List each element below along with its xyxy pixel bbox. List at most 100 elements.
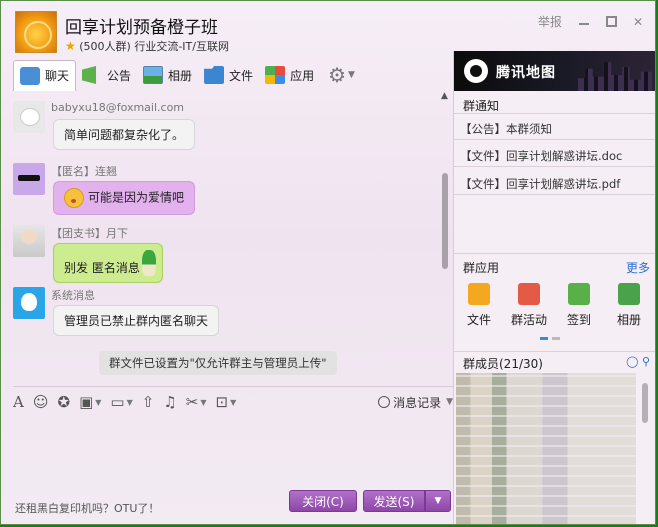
app-label: 签到 (566, 313, 591, 327)
group-name[interactable]: 回享计划预备橙子班 (65, 13, 218, 38)
chevron-up-icon[interactable]: ▲ (441, 91, 448, 101)
clock-icon (378, 396, 391, 408)
maximize-icon[interactable] (605, 16, 617, 27)
report-button[interactable]: 举报 (538, 13, 562, 30)
title-bar: 回享计划预备橙子班 ★ (500人群) 行业交流-IT/互联网 举报 ✕ (1, 1, 655, 57)
image-icon[interactable]: ▭ ▼ (110, 393, 132, 411)
emoji-icon[interactable]: ☺ (33, 393, 49, 411)
app-checkin[interactable]: 签到 (556, 283, 602, 328)
send-button[interactable]: 发送(S) (363, 490, 425, 512)
tab-label: 应用 (290, 68, 315, 83)
avatar[interactable] (13, 225, 45, 257)
history-label: 消息记录 (393, 395, 442, 410)
tab-files[interactable]: 文件 (198, 60, 259, 90)
message-bubble: 简单问题都复杂化了。 (53, 119, 196, 150)
tab-apps[interactable]: 应用 (259, 60, 320, 90)
page-indicator[interactable] (552, 337, 560, 340)
folder-icon (204, 66, 225, 84)
send-options-button[interactable]: ▼ (425, 490, 451, 512)
message-bubble: 别发 匿名消息 (53, 243, 163, 283)
scroll-thumb[interactable] (642, 383, 648, 423)
tab-album[interactable]: 相册 (137, 60, 198, 90)
members-title: 群成员(21/30) (463, 357, 543, 371)
input-toolbar: A ☺ ✪ ▣ ▼ ▭ ▼ ⇧ ♫ ✂ ▼ ⊡ ▼ 消息记录 ▼ (13, 386, 453, 415)
chat-bubble-icon[interactable]: ◯ (626, 355, 638, 368)
app-label: 相册 (616, 313, 641, 327)
divider (454, 166, 655, 167)
message-text: 别发 匿名消息 (64, 261, 140, 275)
message-history-button[interactable]: 消息记录 ▼ (378, 394, 453, 411)
search-icon[interactable]: ⚲ (642, 355, 650, 368)
divider (454, 113, 655, 114)
message-input[interactable] (13, 413, 451, 489)
skyline-decoration (578, 62, 652, 91)
more-apps-link[interactable]: 更多 (626, 259, 650, 276)
notice-item[interactable]: 【文件】回享计划解惑讲坛.doc (460, 148, 622, 164)
music-icon[interactable]: ♫ (163, 393, 176, 411)
notice-item[interactable]: 【公告】本群须知 (460, 121, 552, 137)
tab-label: 聊天 (45, 69, 70, 83)
checkmark-icon (568, 283, 590, 305)
sender-name[interactable]: 【匿名】连翘 (51, 163, 117, 179)
system-notice: 群文件已设置为"仅允许群主与管理员上传" (99, 351, 337, 375)
app-activity[interactable]: 群活动 (506, 283, 552, 328)
message-bubble: 可能是因为爱情吧 (53, 181, 196, 215)
upload-icon[interactable]: ⇧ (142, 393, 155, 411)
chat-icon (20, 66, 40, 85)
notice-item[interactable]: 【文件】回享计划解惑讲坛.pdf (460, 176, 620, 192)
album-icon (618, 283, 640, 305)
map-banner-text: 腾讯地图 (496, 65, 556, 81)
chevron-down-icon[interactable]: ▼ (348, 70, 355, 80)
screenshot-scissors-icon[interactable]: ✂ ▼ (186, 393, 207, 411)
sender-name: 系统消息 (51, 289, 95, 302)
close-icon[interactable]: ✕ (633, 16, 643, 28)
leek-sticker-icon (141, 250, 156, 276)
minimize-icon[interactable] (578, 16, 590, 28)
page-indicator-active[interactable] (540, 337, 548, 340)
apps-icon (265, 66, 286, 84)
tencent-map-logo-icon (464, 59, 488, 83)
avatar[interactable] (13, 163, 45, 195)
app-album[interactable]: 相册 (606, 283, 652, 328)
message-bubble: 管理员已禁止群内匿名聊天 (53, 305, 220, 336)
app-label: 群活动 (510, 313, 547, 327)
group-subtitle: ★ (500人群) 行业交流-IT/互联网 (65, 38, 229, 54)
tab-label: 文件 (229, 68, 254, 83)
close-button[interactable]: 关闭(C) (289, 490, 357, 512)
sender-name[interactable]: 【团支书】月下 (51, 225, 128, 241)
more-tools-icon[interactable]: ⊡ ▼ (216, 393, 237, 411)
members-actions: ◯ ⚲ (626, 355, 650, 368)
font-icon[interactable]: A (13, 393, 24, 411)
tab-bar: 聊天 公告 相册 文件 应用 ⚙ ▼ (13, 59, 355, 91)
apps-title: 群应用 (463, 261, 500, 275)
tab-label: 相册 (168, 68, 193, 83)
chat-scrollbar[interactable]: ▲ (441, 91, 449, 381)
members-scrollbar[interactable] (640, 375, 650, 524)
right-panel: 腾讯地图 群通知 【公告】本群须知 【文件】回享计划解惑讲坛.doc 【文件】回… (453, 51, 655, 524)
group-avatar[interactable] (15, 11, 57, 53)
folder-icon (468, 283, 490, 305)
tab-notice[interactable]: 公告 (76, 60, 137, 90)
scroll-thumb[interactable] (442, 173, 448, 269)
avatar[interactable] (13, 101, 45, 133)
app-files[interactable]: 文件 (456, 283, 502, 328)
star-icon: ★ (65, 39, 76, 53)
app-label: 文件 (466, 313, 491, 327)
album-icon (143, 66, 164, 84)
sender-name[interactable]: babyxu18@foxmail.com (51, 101, 184, 114)
gear-icon[interactable]: ⚙ (328, 63, 346, 87)
divider (454, 253, 655, 254)
magic-emoji-icon[interactable]: ✪ (57, 393, 70, 411)
promo-link[interactable]: 还租黑白复印机吗？OTU了！ (15, 500, 159, 516)
chevron-down-icon: ▼ (446, 397, 453, 407)
tencent-map-banner[interactable]: 腾讯地图 (454, 51, 655, 91)
member-list-blurred[interactable] (456, 373, 636, 524)
blush-emoji-icon (64, 188, 84, 208)
tab-chat[interactable]: 聊天 (13, 59, 77, 91)
vibrate-icon[interactable]: ▣ ▼ (79, 393, 101, 411)
window-controls: 举报 ✕ (538, 13, 643, 30)
system-avatar (13, 287, 45, 319)
divider (454, 194, 655, 195)
notices-title: 群通知 (463, 99, 500, 113)
notice-icon (82, 66, 97, 84)
